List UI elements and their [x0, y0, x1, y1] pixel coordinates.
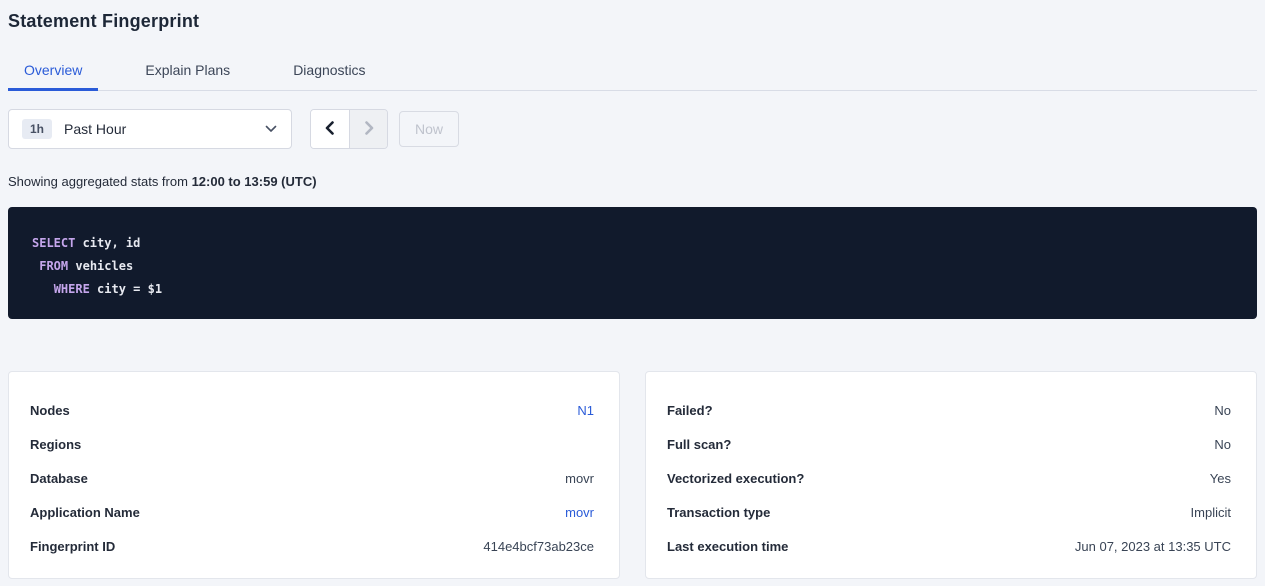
- sql-keyword: WHERE: [54, 282, 90, 296]
- kv-label: Failed?: [667, 403, 713, 418]
- kv-label: Transaction type: [667, 505, 770, 520]
- kv-row-nodes: Nodes N1: [30, 393, 594, 427]
- kv-value: Yes: [1210, 471, 1231, 486]
- kv-value: Implicit: [1191, 505, 1231, 520]
- kv-label: Database: [30, 471, 88, 486]
- page-container: Statement Fingerprint Overview Explain Pl…: [0, 0, 1265, 579]
- kv-row-fingerprint-id: Fingerprint ID 414e4bcf73ab23ce: [30, 529, 594, 563]
- details-cards: NodesN1RegionsDatabasemovrApplication Na…: [8, 371, 1257, 579]
- page-title: Statement Fingerprint: [8, 0, 1257, 32]
- kv-label: Regions: [30, 437, 81, 452]
- kv-label: Application Name: [30, 505, 140, 520]
- tab-overview[interactable]: Overview: [8, 56, 98, 91]
- time-range-badge: 1h: [22, 119, 52, 139]
- sql-line: FROM vehicles: [32, 255, 1233, 278]
- execution-attributes-card: Failed? No Full scan? No Vectorized executio…: [645, 371, 1257, 579]
- now-button[interactable]: Now: [399, 111, 459, 147]
- time-range-label: Past Hour: [64, 121, 126, 137]
- time-range-dropdown[interactable]: 1h Past Hour: [8, 109, 292, 149]
- prev-time-button[interactable]: [311, 110, 349, 148]
- kv-value: movr: [565, 471, 594, 486]
- kv-row-last-execution-time: Last execution time Jun 07, 2023 at 13:35…: [667, 529, 1231, 563]
- kv-label: Vectorized execution?: [667, 471, 804, 486]
- kv-value-link[interactable]: N1: [577, 403, 594, 418]
- stats-line-prefix: Showing aggregated stats from: [8, 174, 192, 189]
- kv-value: Jun 07, 2023 at 13:35 UTC: [1075, 539, 1231, 554]
- kv-row-full-scan: Full scan? No: [667, 427, 1231, 461]
- kv-label: Full scan?: [667, 437, 731, 452]
- kv-row-failed: Failed? No: [667, 393, 1231, 427]
- kv-row-application-name: Application Name movr: [30, 495, 594, 529]
- kv-row-transaction-type: Transaction type Implicit: [667, 495, 1231, 529]
- tab-diagnostics[interactable]: Diagnostics: [277, 56, 381, 91]
- statement-details-card: NodesN1RegionsDatabasemovrApplication Na…: [8, 371, 620, 579]
- sql-text: city, id: [75, 236, 140, 250]
- sql-text: [32, 282, 54, 296]
- sql-keyword: FROM: [39, 259, 68, 273]
- kv-row-database: Database movr: [30, 461, 594, 495]
- chevron-left-icon: [323, 120, 337, 139]
- stats-line-range: 12:00 to 13:59 (UTC): [192, 174, 317, 189]
- kv-value-link[interactable]: movr: [565, 505, 594, 520]
- chevron-right-icon: [362, 120, 376, 139]
- sql-text: city = $1: [90, 282, 162, 296]
- tab-explain-plans[interactable]: Explain Plans: [129, 56, 246, 91]
- time-controls: 1h Past Hour Now: [8, 109, 1257, 149]
- kv-value: 414e4bcf73ab23ce: [483, 539, 594, 554]
- kv-value: No: [1214, 403, 1231, 418]
- chevron-down-icon: [265, 125, 277, 133]
- sql-keyword: SELECT: [32, 236, 75, 250]
- kv-row-vectorized-execution: Vectorized execution? Yes: [667, 461, 1231, 495]
- kv-label: Nodes: [30, 403, 70, 418]
- sql-statement-box: SELECT city, id FROM vehicles WHERE city…: [8, 207, 1257, 319]
- tab-bar: Overview Explain Plans Diagnostics: [8, 56, 1257, 91]
- aggregated-stats-line: Showing aggregated stats from 12:00 to 1…: [8, 174, 1257, 189]
- kv-label: Last execution time: [667, 539, 788, 554]
- sql-text: vehicles: [68, 259, 133, 273]
- sql-line: WHERE city = $1: [32, 278, 1233, 301]
- kv-row-regions: Regions: [30, 427, 594, 461]
- kv-value: No: [1214, 437, 1231, 452]
- sql-line: SELECT city, id: [32, 232, 1233, 255]
- next-time-button[interactable]: [349, 110, 387, 148]
- time-pager-group: [310, 109, 388, 149]
- kv-label: Fingerprint ID: [30, 539, 115, 554]
